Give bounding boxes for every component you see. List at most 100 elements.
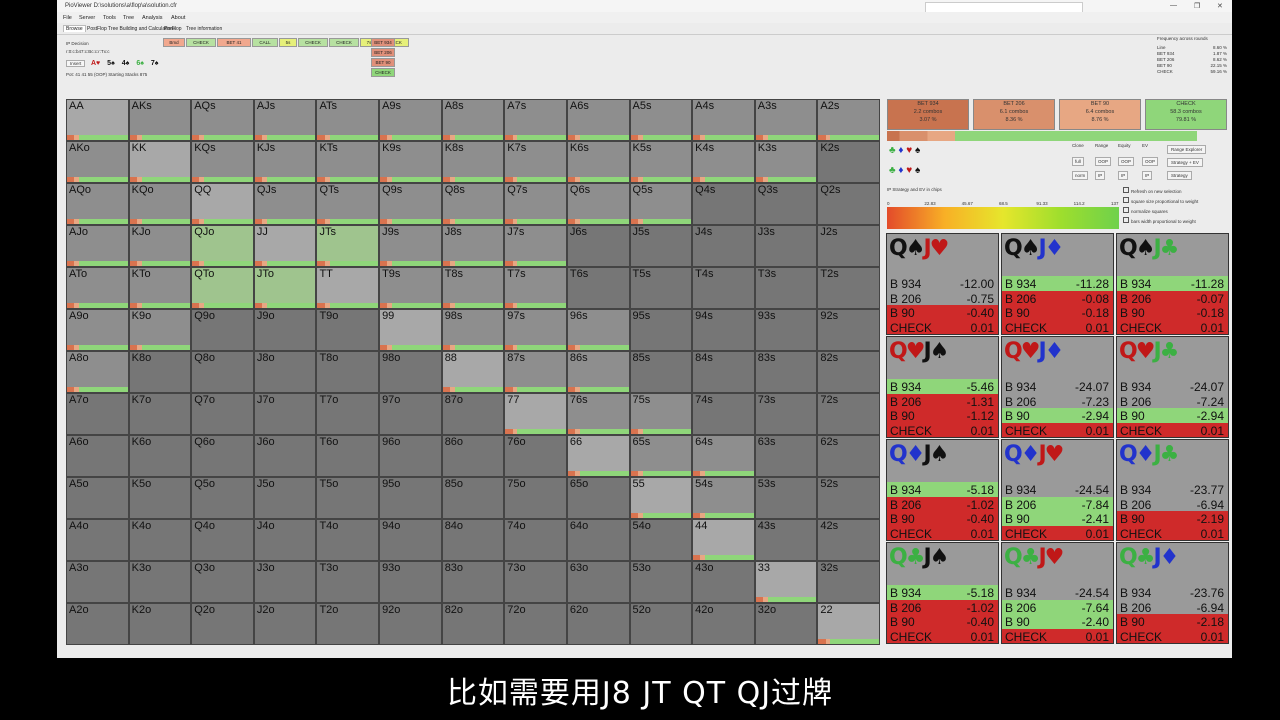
range-cell[interactable]: Q4o	[191, 519, 254, 561]
range-cell[interactable]: J7s	[504, 225, 567, 267]
club-icon[interactable]: ♣	[889, 145, 896, 156]
combo-card[interactable]: Q♥J♦ B 934 -24.07 B 206 -7.23 B 90 -2.94 CHECK 0…	[1001, 336, 1114, 438]
range-cell[interactable]: Q5s	[629, 183, 693, 225]
range-cell[interactable]: Q8o	[191, 351, 254, 393]
range-cell[interactable]: 85s	[629, 351, 693, 393]
range-cell[interactable]: 74s	[692, 393, 755, 435]
range-cell[interactable]: T2o	[316, 603, 380, 645]
range-cell[interactable]: A5s	[629, 99, 693, 141]
range-cell[interactable]: T8s	[441, 267, 505, 309]
menu-tree[interactable]: Tree	[123, 15, 134, 21]
range-cell[interactable]: 42s	[817, 519, 880, 561]
range-cell[interactable]: 42o	[692, 603, 755, 645]
range-cell[interactable]: A5o	[66, 477, 129, 519]
range-cell[interactable]: 43s	[754, 519, 818, 561]
combo-card[interactable]: Q♠J♦ B 934 -11.28 B 206 -0.08 B 90 -0.18 CHECK 0…	[1001, 233, 1114, 335]
range-cell[interactable]: K4o	[128, 519, 192, 561]
range-cell[interactable]: K7o	[128, 393, 192, 435]
strategy-box[interactable]: CHECK 58.3 combos 79.81 %	[1145, 99, 1227, 130]
range-cell[interactable]: AKo	[66, 141, 129, 183]
range-cell[interactable]: 75o	[504, 477, 567, 519]
bet-option-button[interactable]: BET 206	[371, 48, 395, 57]
range-cell[interactable]: T3o	[316, 561, 380, 603]
strategy-select[interactable]: Strategy	[1167, 171, 1192, 180]
range-cell[interactable]: J6o	[253, 435, 317, 477]
range-cell[interactable]: 76s	[566, 393, 630, 435]
option-button[interactable]: norm	[1072, 171, 1089, 180]
range-cell[interactable]: JTo	[253, 267, 317, 309]
range-cell[interactable]: 96s	[566, 309, 630, 351]
range-cell[interactable]: 66	[566, 435, 630, 477]
range-cell[interactable]: Q3o	[191, 561, 254, 603]
range-cell[interactable]: 95s	[629, 309, 693, 351]
range-cell[interactable]: J7o	[253, 393, 317, 435]
range-cell[interactable]: 76o	[504, 435, 567, 477]
range-explorer-button[interactable]: Range Explorer	[1167, 145, 1207, 154]
option-button[interactable]: OOP	[1118, 157, 1135, 166]
checkbox-icon[interactable]	[1123, 187, 1129, 193]
range-cell[interactable]: JTs	[316, 225, 380, 267]
range-cell[interactable]: ATs	[316, 99, 380, 141]
combo-card[interactable]: Q♣J♦ B 934 -23.76 B 206 -6.94 B 90 -2.18 CHECK 0…	[1116, 542, 1229, 644]
range-cell[interactable]: 73s	[754, 393, 818, 435]
heart-icon[interactable]: ♥	[906, 165, 912, 176]
bet-option-button[interactable]: CHECK	[371, 68, 395, 77]
tab-postflop[interactable]: PostFlop Tree Building and Calculations	[87, 26, 176, 32]
range-cell[interactable]: 86s	[566, 351, 630, 393]
range-cell[interactable]: KTo	[128, 267, 192, 309]
range-cell[interactable]: T5o	[316, 477, 380, 519]
range-cell[interactable]: K2o	[128, 603, 192, 645]
menu-tools[interactable]: Tools	[103, 15, 116, 21]
range-cell[interactable]: QQ	[191, 183, 254, 225]
range-cell[interactable]: ATo	[66, 267, 129, 309]
range-cell[interactable]: QTo	[191, 267, 254, 309]
range-cell[interactable]: 87s	[504, 351, 567, 393]
range-cell[interactable]: 53s	[754, 477, 818, 519]
diamond-icon[interactable]: ♦	[898, 145, 903, 156]
range-cell[interactable]: A4s	[692, 99, 755, 141]
range-cell[interactable]: T7o	[316, 393, 380, 435]
range-cell[interactable]: K6o	[128, 435, 192, 477]
range-cell[interactable]: 88	[441, 351, 505, 393]
range-cell[interactable]: KQs	[191, 141, 254, 183]
range-cell[interactable]: K8o	[128, 351, 192, 393]
range-cell[interactable]: K5o	[128, 477, 192, 519]
combo-card[interactable]: Q♠J♥ B 934 -12.00 B 206 -0.75 B 90 -0.40 CHECK 0…	[886, 233, 999, 335]
range-cell[interactable]: A2o	[66, 603, 129, 645]
range-cell[interactable]: T9o	[316, 309, 380, 351]
range-cell[interactable]: A4o	[66, 519, 129, 561]
range-cell[interactable]: K7s	[504, 141, 567, 183]
range-cell[interactable]: 99	[379, 309, 442, 351]
action-history-button[interactable]: CHECK	[298, 38, 328, 47]
bet-option-button[interactable]: BET 90	[371, 58, 395, 67]
range-cell[interactable]: 54o	[629, 519, 693, 561]
range-cell[interactable]: A7s	[504, 99, 567, 141]
range-cell[interactable]: A9s	[379, 99, 442, 141]
range-cell[interactable]: 87o	[441, 393, 505, 435]
combo-card[interactable]: Q♦J♥ B 934 -24.54 B 206 -7.84 B 90 -2.41 CHECK 0…	[1001, 439, 1114, 541]
range-cell[interactable]: 93o	[379, 561, 442, 603]
bet-option-button[interactable]: BET 934	[371, 38, 395, 47]
strategy-box[interactable]: BET 206 6.1 combos 8.36 %	[973, 99, 1055, 130]
range-cell[interactable]: AA	[66, 99, 129, 141]
close-button[interactable]: ✕	[1217, 2, 1223, 10]
range-cell[interactable]: A6s	[566, 99, 630, 141]
range-cell[interactable]: J8s	[441, 225, 505, 267]
range-cell[interactable]: Q6o	[191, 435, 254, 477]
range-cell[interactable]: JJ	[253, 225, 317, 267]
range-cell[interactable]: AJs	[253, 99, 317, 141]
combo-card[interactable]: Q♥J♣ B 934 -24.07 B 206 -7.24 B 90 -2.94 CHECK 0…	[1116, 336, 1229, 438]
checkbox-icon[interactable]	[1123, 217, 1129, 223]
range-cell[interactable]: 62o	[566, 603, 630, 645]
action-history-button[interactable]: Bmd	[163, 38, 185, 47]
range-cell[interactable]: T3s	[754, 267, 818, 309]
tab-browse[interactable]: Browse	[63, 25, 86, 32]
range-cell[interactable]: 82s	[817, 351, 880, 393]
strategy-box[interactable]: BET 90 6.4 combos 8.76 %	[1059, 99, 1141, 130]
range-cell[interactable]: 65o	[566, 477, 630, 519]
option-button[interactable]: IP	[1142, 171, 1153, 180]
range-cell[interactable]: A9o	[66, 309, 129, 351]
range-cell[interactable]: 65s	[629, 435, 693, 477]
tab-tree-info[interactable]: Tree information	[186, 26, 222, 32]
range-cell[interactable]: KJs	[253, 141, 317, 183]
